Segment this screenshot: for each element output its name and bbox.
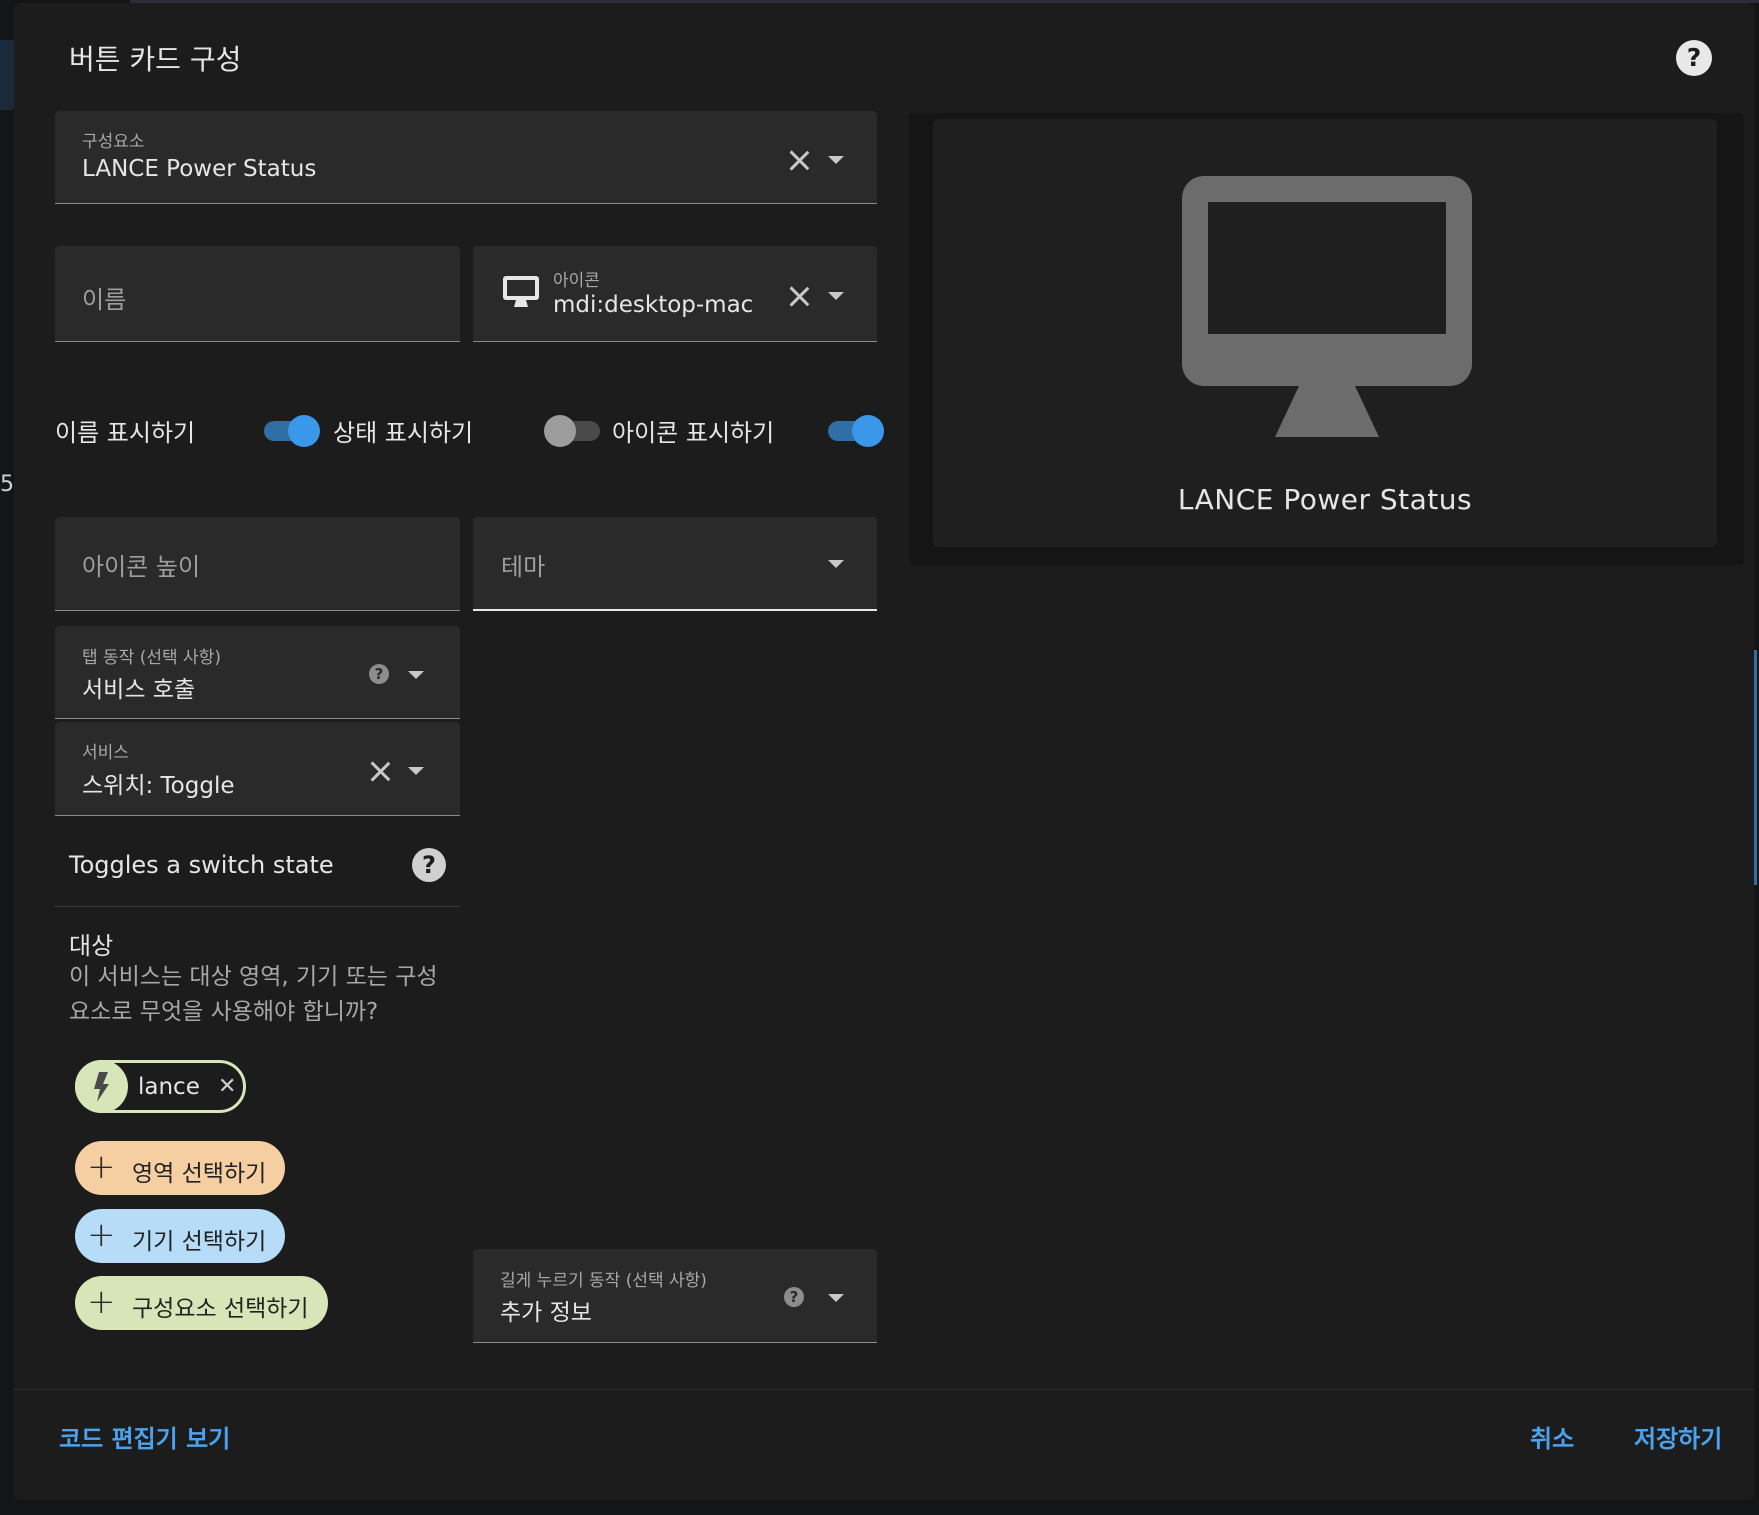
target-entity-label: lance: [138, 1074, 200, 1100]
hold-action-help-icon[interactable]: ?: [784, 1287, 804, 1307]
add-area-button[interactable]: + 영역 선택하기: [75, 1141, 285, 1195]
icon-field[interactable]: 아이콘 mdi:desktop-mac: [473, 246, 877, 342]
add-device-label: 기기 선택하기: [132, 1229, 267, 1255]
plus-icon: +: [87, 1147, 116, 1187]
service-help-icon[interactable]: ?: [412, 848, 446, 882]
show-name-label: 이름 표시하기: [55, 419, 196, 447]
card-preview: LANCE Power Status: [909, 113, 1744, 565]
theme-dropdown-icon[interactable]: [828, 560, 844, 568]
show-state-label: 상태 표시하기: [333, 419, 474, 447]
tap-action-dropdown-icon[interactable]: [408, 671, 424, 679]
target-description: 이 서비스는 대상 영역, 기기 또는 구성요소로 무엇을 사용해야 합니까?: [69, 964, 438, 1025]
target-entity-chip[interactable]: lance ✕: [75, 1060, 246, 1113]
preview-entity-name: LANCE Power Status: [1177, 483, 1473, 516]
tap-action-label: 탭 동작 (선택 사항): [82, 648, 221, 668]
hold-action-dropdown-icon[interactable]: [828, 1294, 844, 1302]
toggle-knob: [288, 415, 320, 447]
service-value: 스위치: Toggle: [82, 773, 235, 799]
button-card-preview[interactable]: LANCE Power Status: [933, 119, 1717, 547]
icon-dropdown-icon[interactable]: [828, 292, 844, 300]
entity-clear-icon[interactable]: [786, 147, 812, 173]
icon-height-field[interactable]: 아이콘 높이: [55, 517, 460, 611]
add-device-button[interactable]: + 기기 선택하기: [75, 1209, 285, 1263]
divider: [55, 906, 460, 907]
show-state-toggle[interactable]: [544, 415, 606, 447]
target-title: 대상: [69, 932, 114, 960]
tap-action-value: 서비스 호출: [82, 677, 196, 703]
hold-action-label: 길게 누르기 동작 (선택 사항): [500, 1271, 707, 1291]
add-entity-button[interactable]: + 구성요소 선택하기: [75, 1276, 328, 1330]
theme-placeholder: 테마: [501, 553, 546, 581]
icon-field-value: mdi:desktop-mac: [553, 292, 754, 318]
service-select[interactable]: 서비스 스위치: Toggle: [55, 722, 460, 816]
entity-dropdown-icon[interactable]: [828, 156, 844, 164]
entity-field[interactable]: 구성요소 LANCE Power Status: [55, 111, 877, 204]
toggle-knob: [544, 415, 576, 447]
cancel-button[interactable]: 취소: [1530, 1419, 1574, 1454]
add-entity-label: 구성요소 선택하기: [132, 1296, 309, 1322]
toggle-knob: [852, 415, 884, 447]
theme-select[interactable]: 테마: [473, 517, 877, 611]
dialog-title: 버튼 카드 구성: [69, 43, 242, 76]
icon-field-label: 아이콘: [553, 271, 600, 291]
icon-clear-icon[interactable]: [786, 283, 812, 309]
icon-height-placeholder: 아이콘 높이: [82, 553, 201, 581]
hold-action-value: 추가 정보: [500, 1300, 592, 1326]
flash-icon: [75, 1060, 128, 1113]
show-icon-label: 아이콘 표시하기: [612, 419, 775, 447]
service-label: 서비스: [82, 743, 129, 763]
background-left-edge: [0, 40, 14, 110]
service-clear-icon[interactable]: [367, 758, 393, 784]
desktop-mac-icon: [503, 276, 539, 307]
entity-field-label: 구성요소: [82, 132, 145, 152]
name-field[interactable]: 이름: [55, 246, 460, 342]
service-description: Toggles a switch state: [69, 851, 334, 879]
desktop-mac-icon: [1182, 176, 1472, 437]
footer-divider: [14, 1389, 1754, 1390]
hold-action-select[interactable]: 길게 누르기 동작 (선택 사항) 추가 정보 ?: [473, 1249, 877, 1343]
add-area-label: 영역 선택하기: [132, 1161, 267, 1187]
tap-action-select[interactable]: 탭 동작 (선택 사항) 서비스 호출 ?: [55, 626, 460, 719]
plus-icon: +: [87, 1282, 116, 1322]
button-card-config-dialog: 버튼 카드 구성 ? 구성요소 LANCE Power Status 이름 아이…: [14, 3, 1754, 1500]
show-name-toggle[interactable]: [260, 415, 320, 447]
show-icon-toggle[interactable]: [824, 415, 884, 447]
plus-icon: +: [87, 1215, 116, 1255]
entity-field-value: LANCE Power Status: [82, 156, 317, 182]
name-field-placeholder: 이름: [82, 286, 127, 314]
service-dropdown-icon[interactable]: [408, 767, 424, 775]
tap-action-help-icon[interactable]: ?: [369, 664, 389, 684]
help-icon[interactable]: ?: [1676, 40, 1712, 76]
remove-chip-icon[interactable]: ✕: [218, 1074, 236, 1099]
code-editor-button[interactable]: 코드 편집기 보기: [59, 1419, 230, 1454]
save-button[interactable]: 저장하기: [1634, 1419, 1722, 1454]
